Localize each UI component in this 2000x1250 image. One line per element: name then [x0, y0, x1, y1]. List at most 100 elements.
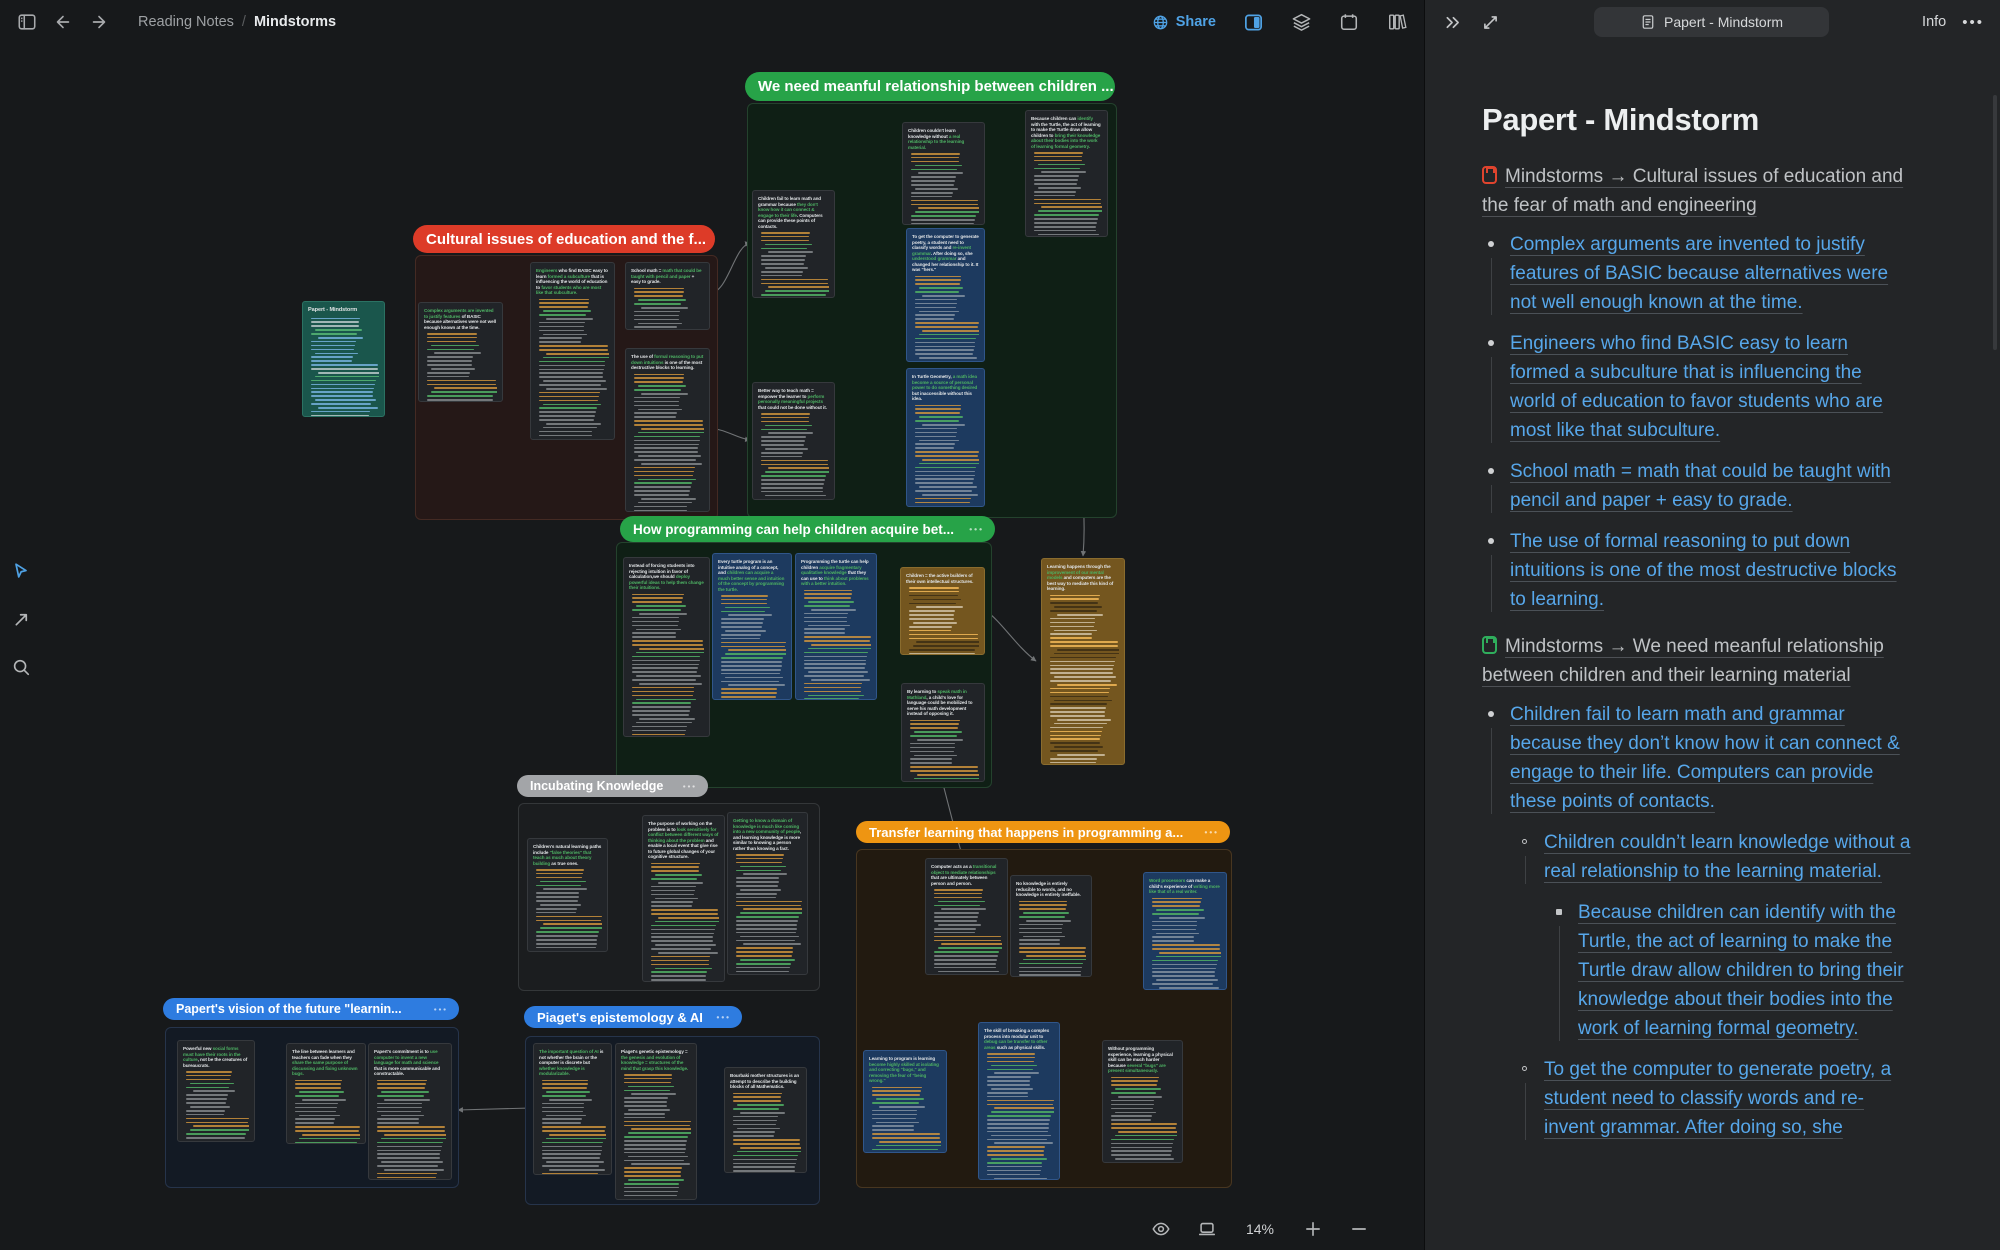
- bullet-link-text[interactable]: Engineers who find BASIC easy to learn f…: [1510, 333, 1883, 441]
- card-in-we-need-relationship[interactable]: Better way to teach math = empower the l…: [752, 382, 835, 500]
- card-in-transfer-learning[interactable]: The skill of breaking a complex process …: [978, 1022, 1060, 1180]
- bullet-link-text[interactable]: Because children can identify with the T…: [1578, 902, 1904, 1039]
- bullet-link-text[interactable]: Children couldn’t learn knowledge withou…: [1544, 832, 1911, 882]
- sidebar-toggle-icon[interactable]: [16, 11, 38, 33]
- card-in-piagets-epistemology[interactable]: Bourbaki mother structures is an attempt…: [724, 1067, 807, 1173]
- search-icon[interactable]: [10, 656, 32, 678]
- forward-arrow-icon[interactable]: [88, 11, 110, 33]
- note-bullet-item[interactable]: Engineers who find BASIC easy to learn f…: [1482, 329, 1912, 445]
- expand-panel-icon[interactable]: [1479, 11, 1501, 33]
- card-in-how-programming-helps[interactable]: Every turtle program is an intuitive ana…: [712, 553, 792, 700]
- note-bullet-item[interactable]: Children couldn’t learn knowledge withou…: [1482, 828, 1912, 886]
- card-body-text: [533, 869, 602, 952]
- bullet-link-text[interactable]: The use of formal reasoning to put down …: [1510, 531, 1897, 610]
- card-in-we-need-relationship[interactable]: In Turtle Geometry, a math idea become a…: [906, 368, 985, 507]
- layers-icon[interactable]: [1290, 11, 1312, 33]
- card-in-incubating-knowledge[interactable]: Children's natural learning paths includ…: [527, 838, 608, 952]
- card-in-how-programming-helps[interactable]: By learning to speak math in Mathland, a…: [901, 683, 985, 782]
- cluster-header-cultural-issues[interactable]: Cultural issues of education and the f..…: [413, 225, 715, 253]
- card-in-transfer-learning[interactable]: No knowledge is entirely reducible to wo…: [1010, 875, 1092, 977]
- card-body-text: [292, 1080, 360, 1145]
- presentation-icon[interactable]: [1196, 1218, 1218, 1240]
- card-body-text: [374, 1080, 446, 1181]
- card-body-text: [1016, 901, 1086, 978]
- breadcrumb-reading-notes[interactable]: Reading Notes: [138, 14, 234, 30]
- card-body-text: [1031, 152, 1102, 237]
- learning-happens-card[interactable]: Learning happens through the improvement…: [1041, 558, 1125, 765]
- note-bullet-item[interactable]: Children fail to learn math and grammar …: [1482, 700, 1912, 816]
- card-in-transfer-learning[interactable]: Computer acts as a transitional object t…: [925, 858, 1008, 975]
- bullet-link-text[interactable]: To get the computer to generate poetry, …: [1544, 1059, 1891, 1138]
- cluster-header-how-programming-helps[interactable]: How programming can help children acquir…: [620, 516, 995, 542]
- papert-mindstorm-card[interactable]: Papert - Mindstorm: [302, 301, 385, 417]
- card-in-incubating-knowledge[interactable]: Getting to know a domain of knowledge is…: [727, 812, 808, 975]
- card-in-paperts-vision[interactable]: Papert's commitment is to use computer t…: [368, 1043, 452, 1180]
- card-in-we-need-relationship[interactable]: Because children can identify with the T…: [1025, 110, 1108, 237]
- card-in-transfer-learning[interactable]: Without programming experience, learning…: [1102, 1040, 1183, 1163]
- note-bullet-item[interactable]: Because children can identify with the T…: [1482, 898, 1912, 1043]
- indent-guide: [1491, 357, 1492, 443]
- top-toolbar: Reading Notes / Mindstorms Share: [0, 0, 1424, 44]
- cluster-menu-icon[interactable]: •••: [969, 524, 984, 534]
- breadcrumb-mindstorms[interactable]: Mindstorms: [254, 14, 336, 30]
- whiteboard-canvas[interactable]: We need meanful relationship between chi…: [0, 0, 1424, 1250]
- section-card-link[interactable]: Mindstorms → We need meanful relationshi…: [1482, 632, 1912, 690]
- right-panel-toggle-icon[interactable]: [1242, 11, 1264, 33]
- share-button[interactable]: Share: [1152, 14, 1216, 31]
- note-bullet-item[interactable]: To get the computer to generate poetry, …: [1482, 1055, 1912, 1142]
- cluster-menu-icon[interactable]: •••: [434, 1005, 448, 1014]
- card-in-piagets-epistemology[interactable]: The important question of AI is not whet…: [533, 1043, 612, 1175]
- card-in-paperts-vision[interactable]: The line between learners and teachers c…: [286, 1043, 366, 1144]
- info-button[interactable]: Info: [1922, 14, 1946, 30]
- panel-more-menu-icon[interactable]: •••: [1962, 14, 1984, 31]
- card-in-paperts-vision[interactable]: Powerful new social forms must have thei…: [177, 1040, 255, 1142]
- card-in-we-need-relationship[interactable]: Children fail to learn math and grammar …: [752, 190, 835, 298]
- card-title: To get the computer to generate poetry, …: [912, 234, 979, 273]
- eye-icon[interactable]: [1150, 1218, 1172, 1240]
- section-card-link[interactable]: Mindstorms → Cultural issues of educatio…: [1482, 162, 1912, 220]
- bullet-link-text[interactable]: Children fail to learn math and grammar …: [1510, 704, 1900, 812]
- select-cursor-tool-icon[interactable]: [10, 560, 32, 582]
- note-bullet-item[interactable]: Complex arguments are invented to justif…: [1482, 230, 1912, 317]
- back-arrow-icon[interactable]: [52, 11, 74, 33]
- card-body-text: [648, 863, 719, 983]
- arrow-connector-tool-icon[interactable]: [10, 608, 32, 630]
- zoom-out-icon[interactable]: [1348, 1218, 1370, 1240]
- panel-header: Papert - Mindstorm Info •••: [1425, 0, 2000, 44]
- panel-scrollbar[interactable]: [1993, 95, 1997, 350]
- cluster-menu-icon[interactable]: •••: [683, 782, 697, 791]
- card-library-icon[interactable]: [1386, 11, 1408, 33]
- cluster-header-transfer-learning[interactable]: Transfer learning that happens in progra…: [856, 821, 1230, 843]
- card-in-cultural-issues[interactable]: The use of formal reasoning to put down …: [625, 348, 710, 512]
- card-in-cultural-issues[interactable]: School math = math that could be taught …: [625, 262, 710, 330]
- cluster-header-we-need-relationship[interactable]: We need meanful relationship between chi…: [745, 72, 1115, 101]
- bullet-link-text[interactable]: Complex arguments are invented to justif…: [1510, 234, 1888, 313]
- note-bullet-item[interactable]: School math = math that could be taught …: [1482, 457, 1912, 515]
- panel-tab-papert-mindstorm[interactable]: Papert - Mindstorm: [1594, 7, 1829, 37]
- card-in-piagets-epistemology[interactable]: Piaget's genetic epistemology = the gene…: [615, 1043, 697, 1200]
- cluster-header-piagets-epistemology[interactable]: Piaget's epistemology & AI•••: [524, 1006, 742, 1028]
- card-in-we-need-relationship[interactable]: Children couldn't learn knowledge withou…: [902, 122, 985, 225]
- card-title: Computer acts as a transitional object t…: [931, 864, 1002, 886]
- card-in-how-programming-helps[interactable]: Instead of forcing students into rejecti…: [623, 557, 710, 737]
- note-bullet-item[interactable]: The use of formal reasoning to put down …: [1482, 527, 1912, 614]
- calendar-icon[interactable]: [1338, 11, 1360, 33]
- cluster-header-incubating-knowledge[interactable]: Incubating Knowledge•••: [517, 775, 708, 797]
- card-in-incubating-knowledge[interactable]: The purpose of working on the problem is…: [642, 815, 725, 982]
- card-in-how-programming-helps[interactable]: Programming the turtle can help children…: [795, 553, 877, 700]
- collapse-panel-icon[interactable]: [1441, 11, 1463, 33]
- zoom-level-value[interactable]: 14%: [1242, 1221, 1278, 1237]
- card-in-cultural-issues[interactable]: Complex arguments are invented to justif…: [418, 302, 503, 402]
- cluster-menu-icon[interactable]: •••: [717, 1013, 731, 1022]
- card-in-how-programming-helps[interactable]: Children = the active builders of their …: [900, 567, 985, 655]
- card-in-we-need-relationship[interactable]: To get the computer to generate poetry, …: [906, 228, 985, 362]
- card-in-cultural-issues[interactable]: Engineers who find BASIC easy to learn f…: [530, 262, 615, 440]
- cluster-menu-icon[interactable]: •••: [1205, 828, 1219, 837]
- bullet-marker: [1488, 340, 1494, 346]
- cluster-header-paperts-vision[interactable]: Papert's vision of the future "learnin..…: [163, 998, 459, 1020]
- bullet-marker: [1556, 909, 1562, 915]
- card-in-transfer-learning[interactable]: Learning to program is learning become h…: [863, 1050, 947, 1153]
- zoom-in-icon[interactable]: [1302, 1218, 1324, 1240]
- bullet-link-text[interactable]: School math = math that could be taught …: [1510, 461, 1891, 511]
- card-in-transfer-learning[interactable]: Word processors can make a child's exper…: [1143, 872, 1227, 990]
